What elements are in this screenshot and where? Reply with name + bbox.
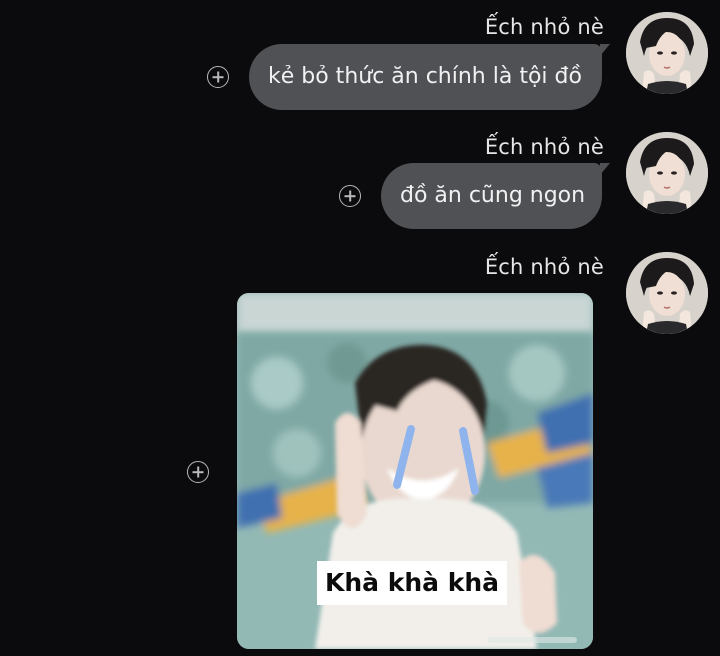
plus-circle-icon[interactable] [187, 461, 209, 483]
avatar-image [626, 12, 708, 94]
avatar-image [626, 252, 708, 334]
avatar-image [626, 132, 708, 214]
sender-name: Ếch nhỏ nè [484, 15, 604, 39]
chat-thread: Ếch nhỏ nè kẻ bỏ thức ăn chính là tội đồ… [0, 0, 720, 656]
message-bubble[interactable]: kẻ bỏ thức ăn chính là tội đồ [249, 44, 610, 110]
sticker-caption: Khà khà khà [317, 561, 508, 605]
plus-circle-icon[interactable] [207, 66, 229, 88]
plus-circle-icon[interactable] [339, 185, 361, 207]
avatar[interactable] [626, 252, 708, 334]
avatar[interactable] [626, 12, 708, 94]
message-bubble[interactable]: đồ ăn cũng ngon [381, 163, 610, 229]
sender-name: Ếch nhỏ nè [484, 135, 604, 159]
message-text: kẻ bỏ thức ăn chính là tội đồ [268, 64, 582, 89]
message-text: đồ ăn cũng ngon [400, 183, 586, 208]
avatar[interactable] [626, 132, 708, 214]
sticker-image[interactable]: Khà khà khà [237, 293, 593, 649]
sender-name: Ếch nhỏ nè [484, 255, 604, 279]
